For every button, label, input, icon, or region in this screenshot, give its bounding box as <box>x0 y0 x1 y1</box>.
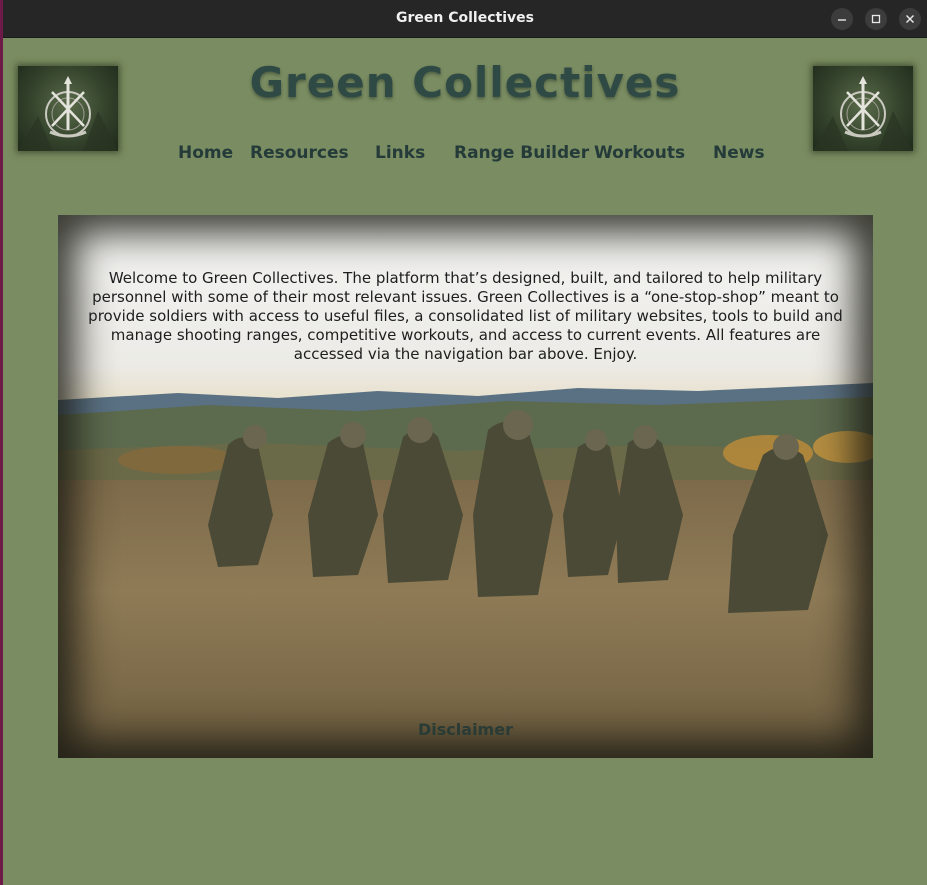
minimize-icon[interactable] <box>831 8 853 30</box>
close-icon[interactable] <box>899 8 921 30</box>
welcome-text: Welcome to Green Collectives. The platfo… <box>88 269 843 363</box>
window-titlebar[interactable]: Green Collectives <box>3 0 927 38</box>
nav-item-news[interactable]: News <box>713 143 765 163</box>
site-title: Green Collectives <box>249 58 681 107</box>
nav-bar: Home Resources Links Range Builder Worko… <box>3 143 927 165</box>
hero-banner: Welcome to Green Collectives. The platfo… <box>58 215 873 758</box>
nav-item-links[interactable]: Links <box>375 143 425 163</box>
app-window: Green Collectives Green Collectives Home… <box>3 0 927 885</box>
nav-item-home[interactable]: Home <box>178 143 233 163</box>
nav-item-resources[interactable]: Resources <box>250 143 349 163</box>
disclaimer-link[interactable]: Disclaimer <box>58 720 873 739</box>
maximize-icon[interactable] <box>865 8 887 30</box>
window-title: Green Collectives <box>396 10 534 26</box>
nav-item-range-builder[interactable]: Range Builder <box>454 143 589 163</box>
nav-item-workouts[interactable]: Workouts <box>594 143 685 163</box>
